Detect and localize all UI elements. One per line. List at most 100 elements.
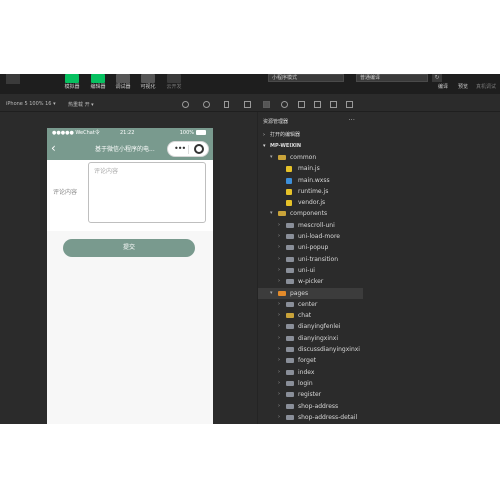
record-icon[interactable] bbox=[203, 101, 210, 108]
project-section[interactable]: ▾ MP-WEIXIN bbox=[258, 141, 363, 152]
hot-reload-select[interactable]: 热重载 开 ▾ bbox=[68, 101, 94, 108]
file-tree: ▾ common main.js main.wxss runtime.js vendor.… bbox=[258, 152, 363, 423]
tree-item-dianyingxinxi[interactable]: › dianyingxinxi bbox=[258, 333, 363, 344]
tree-item-w-picker[interactable]: › w-picker bbox=[258, 276, 363, 287]
folder-icon bbox=[286, 222, 294, 228]
visual-toggle-button[interactable]: 可视化 bbox=[136, 74, 160, 94]
folder-icon bbox=[286, 358, 294, 364]
search-icon[interactable] bbox=[281, 101, 288, 108]
chevron-right-icon: › bbox=[278, 244, 280, 251]
simulator-toggle-button[interactable]: 模拟器 bbox=[60, 74, 84, 94]
carrier-text: ●●●●● WeChat令 bbox=[52, 130, 100, 136]
mode-select[interactable]: 小程序模式 bbox=[268, 74, 344, 82]
debugger-toggle-button[interactable]: 调试器 bbox=[111, 74, 135, 94]
tree-item-index[interactable]: › index bbox=[258, 367, 363, 378]
tree-item-login[interactable]: › login bbox=[258, 378, 363, 389]
js-file-icon bbox=[286, 188, 292, 195]
tree-item-shop-address-detail[interactable]: › shop-address-detail bbox=[258, 412, 363, 423]
refresh-icon[interactable]: ↻ bbox=[432, 74, 442, 82]
window-icon[interactable] bbox=[244, 101, 251, 108]
tree-item-chat[interactable]: › chat bbox=[258, 310, 363, 321]
tree-item-label: uni-transition bbox=[298, 255, 339, 263]
submit-button[interactable]: 提交 bbox=[63, 239, 195, 257]
folder-icon bbox=[286, 369, 294, 375]
preview-button[interactable]: 预览 bbox=[458, 83, 468, 90]
tree-item-uni-transition[interactable]: › uni-transition bbox=[258, 254, 363, 265]
tree-item-label: uni-load-more bbox=[298, 233, 340, 241]
tree-item-common[interactable]: ▾ common bbox=[258, 152, 363, 163]
tree-item-uni-load-more[interactable]: › uni-load-more bbox=[258, 231, 363, 242]
tree-item-label: w-picker bbox=[298, 278, 324, 286]
chevron-right-icon: › bbox=[278, 346, 280, 353]
tree-item-uni-ui[interactable]: › uni-ui bbox=[258, 265, 363, 276]
folder-icon bbox=[286, 279, 294, 285]
tree-item-label: uni-ui bbox=[298, 266, 315, 274]
cloud-icon[interactable] bbox=[346, 101, 353, 108]
battery-icon bbox=[196, 130, 206, 135]
close-icon[interactable] bbox=[194, 144, 204, 154]
chevron-right-icon: › bbox=[278, 402, 280, 409]
comment-textarea[interactable]: 评论内容 bbox=[88, 162, 206, 223]
tree-item-uni-popup[interactable]: › uni-popup bbox=[258, 242, 363, 253]
chevron-right-icon: › bbox=[278, 278, 280, 285]
tree-item-components[interactable]: ▾ components bbox=[258, 208, 363, 219]
more-icon[interactable]: ··· bbox=[348, 116, 355, 124]
source-control-icon[interactable] bbox=[298, 101, 305, 108]
css-file-icon bbox=[286, 177, 292, 184]
tree-item-forget[interactable]: › forget bbox=[258, 355, 363, 366]
phone-simulator: ●●●●● WeChat令 21:22 100% ‹ 基于微信小程序的电... … bbox=[47, 128, 213, 424]
chevron-right-icon: › bbox=[278, 357, 280, 364]
tree-item-label: shop-address-detail bbox=[298, 413, 358, 421]
code-icon bbox=[91, 74, 105, 83]
device-select[interactable]: iPhone 5 100% 16 ▾ bbox=[6, 101, 56, 107]
mobile-icon[interactable] bbox=[224, 101, 229, 108]
tree-item-label: main.js bbox=[298, 165, 320, 173]
tree-item-vendor-js[interactable]: vendor.js bbox=[258, 197, 363, 208]
tree-item-label: uni-popup bbox=[298, 244, 329, 252]
open-editors-section[interactable]: › 打开的编辑器 bbox=[258, 130, 363, 141]
file-explorer: 资源管理器 ··· › 打开的编辑器 ▾ MP-WEIXIN ▾ common ma… bbox=[257, 112, 363, 424]
chevron-right-icon: › bbox=[278, 221, 280, 228]
nav-bar: ‹ 基于微信小程序的电... ••• bbox=[47, 138, 213, 160]
editor-toggle-button[interactable]: 编辑器 bbox=[86, 74, 110, 94]
tree-item-center[interactable]: › center bbox=[258, 299, 363, 310]
devtools-window: 模拟器 编辑器 调试器 可视化 云开发 小程序模式 普通编译 ↻ 编译 预览 真… bbox=[0, 74, 500, 424]
folder-icon bbox=[286, 234, 294, 240]
tree-item-label: mescroll-uni bbox=[298, 221, 335, 229]
chevron-right-icon: › bbox=[278, 413, 280, 420]
tree-item-mescroll-uni[interactable]: › mescroll-uni bbox=[258, 220, 363, 231]
chevron-right-icon: › bbox=[278, 334, 280, 341]
chevron-right-icon: › bbox=[278, 368, 280, 375]
comment-form: 评论内容 评论内容 bbox=[47, 160, 213, 231]
files-icon[interactable] bbox=[263, 101, 270, 108]
tree-item-main-js[interactable]: main.js bbox=[258, 163, 363, 174]
tree-item-register[interactable]: › register bbox=[258, 389, 363, 400]
debug-run-icon[interactable] bbox=[314, 101, 321, 108]
explorer-header: 资源管理器 ··· bbox=[258, 112, 363, 130]
tree-item-pages[interactable]: ▾ pages bbox=[258, 287, 363, 299]
chevron-right-icon: › bbox=[278, 233, 280, 240]
folder-icon bbox=[278, 155, 286, 160]
tree-item-runtime-js[interactable]: runtime.js bbox=[258, 186, 363, 197]
back-icon[interactable]: ‹ bbox=[51, 140, 56, 156]
compile-button[interactable]: 编译 bbox=[438, 83, 448, 90]
more-icon[interactable]: ••• bbox=[174, 144, 186, 154]
rotate-icon[interactable] bbox=[182, 101, 189, 108]
folder-icon bbox=[286, 313, 294, 319]
phone-icon bbox=[65, 74, 79, 83]
menu-capsule[interactable]: ••• bbox=[167, 141, 209, 157]
textarea-placeholder: 评论内容 bbox=[94, 168, 119, 175]
compile-mode-select[interactable]: 普通编译 bbox=[356, 74, 428, 82]
avatar[interactable] bbox=[6, 74, 20, 84]
real-device-debug-button[interactable]: 真机调试 bbox=[476, 83, 496, 90]
tree-item-label: main.wxss bbox=[298, 176, 330, 184]
tree-item-label: components bbox=[290, 210, 328, 218]
extensions-icon[interactable] bbox=[330, 101, 337, 108]
chevron-down-icon: ▾ bbox=[270, 154, 273, 160]
cloud-dev-button[interactable]: 云开发 bbox=[162, 74, 186, 94]
tree-item-discussdianyingxinxi[interactable]: › discussdianyingxinxi bbox=[258, 344, 363, 355]
tree-item-main-wxss[interactable]: main.wxss bbox=[258, 175, 363, 186]
tree-item-dianyingfenlei[interactable]: › dianyingfenlei bbox=[258, 321, 363, 332]
tree-item-shop-address[interactable]: › shop-address bbox=[258, 401, 363, 412]
tree-item-label: runtime.js bbox=[298, 187, 329, 195]
